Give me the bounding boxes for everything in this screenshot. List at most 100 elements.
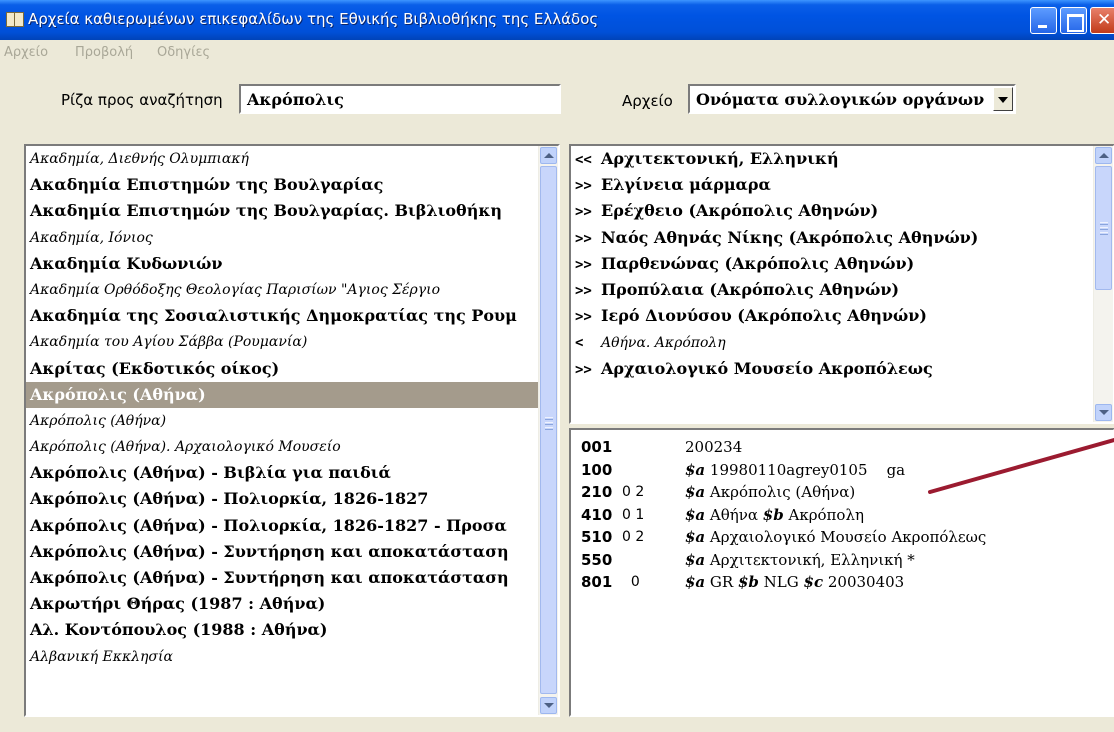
- related-heading-item[interactable]: << Αρχιτεκτονική, Ελληνική: [571, 146, 1093, 172]
- related-heading-label: Αρχιτεκτονική, Ελληνική: [601, 149, 839, 168]
- scrollbar-thumb[interactable]: [1095, 166, 1112, 290]
- heading-list-item[interactable]: Ακρόπολις (Αθήνα) - Συντήρηση και αποκατ…: [26, 565, 538, 591]
- related-heading-item[interactable]: >> Προπύλαια (Ακρόπολις Αθηνών): [571, 277, 1093, 303]
- relation-marker: >>: [575, 230, 592, 247]
- menu-bar: Αρχείο Προβολή Οδηγίες: [0, 40, 1114, 66]
- marc-value: $a 19980110agrey0105 ga: [685, 459, 905, 481]
- related-rows: << Αρχιτεκτονική, Ελληνική >> Ελγίνεια μάρμ…: [571, 146, 1093, 382]
- related-heading-item[interactable]: >> Παρθενώνας (Ακρόπολις Αθηνών): [571, 251, 1093, 277]
- marc-tag: 801: [581, 573, 613, 591]
- marc-subfield-text: 20030403: [823, 573, 905, 591]
- heading-list-item[interactable]: Ακρόπολις (Αθήνα) - Πολιορκία, 1826-1827…: [26, 513, 538, 539]
- menu-file[interactable]: Αρχείο: [4, 45, 48, 60]
- marc-value: $a GR $b NLG $c 20030403: [685, 571, 904, 593]
- related-heading-item[interactable]: < Αθήνα. Ακρόπολη: [571, 329, 1093, 355]
- scroll-down-icon[interactable]: [1095, 404, 1112, 421]
- marc-subfield-code: $a: [685, 528, 706, 546]
- heading-list-item[interactable]: Ακαδημία, Διεθνής Ολυμπιακή: [26, 146, 538, 172]
- related-heading-label: Προπύλαια (Ακρόπολις Αθηνών): [601, 279, 900, 299]
- relation-marker: >>: [575, 361, 592, 378]
- grip-icon: [545, 417, 553, 420]
- marc-subfield-text: Αθήνα: [705, 505, 763, 524]
- menu-view[interactable]: Προβολή: [75, 45, 133, 60]
- related-heading-item[interactable]: >> Ελγίνεια μάρμαρα: [571, 172, 1093, 198]
- heading-list-item[interactable]: Ακρόπολις (Αθήνα) - Βιβλία για παιδιά: [26, 460, 538, 486]
- scroll-down-icon[interactable]: [540, 697, 557, 714]
- grip-icon: [1100, 232, 1108, 235]
- related-heading-item[interactable]: >> Ιερό Διονύσου (Ακρόπολις Αθηνών): [571, 303, 1093, 329]
- marc-value: 200234: [685, 436, 742, 458]
- file-select-value: Ονόματα συλλογικών οργάνων: [696, 90, 985, 109]
- marc-subfield-code: $b: [737, 573, 759, 591]
- heading-list-item[interactable]: Ακρόπολις (Αθήνα): [26, 381, 538, 408]
- file-select[interactable]: Ονόματα συλλογικών οργάνων: [688, 84, 1016, 114]
- book-icon: [6, 12, 24, 27]
- grip-icon: [1100, 227, 1108, 230]
- marc-indicators: 0 2: [622, 529, 645, 545]
- heading-list-item[interactable]: Ακαδημία, Ιόνιος: [26, 225, 538, 251]
- marc-indicators: 0: [622, 574, 640, 590]
- marc-value: $a Αρχιτεκτονική, Ελληνική *: [685, 549, 915, 571]
- marc-subfield-text: Αρχιτεκτονική, Ελληνική *: [705, 550, 915, 569]
- heading-list-item[interactable]: Ακαδημία Κυδωνιών: [26, 251, 538, 277]
- marc-tag: 550: [581, 550, 613, 569]
- title-bar[interactable]: Αρχεία καθιερωμένων επικεφαλίδων της Εθν…: [0, 0, 1114, 40]
- heading-list-item[interactable]: Ακαδημία Επιστημών της Βουλγαρίας: [26, 172, 538, 198]
- heading-list-item[interactable]: Αλβανική Εκκλησία: [26, 644, 538, 670]
- relation-marker: >>: [575, 178, 592, 195]
- relation-marker: >>: [575, 204, 592, 221]
- close-button[interactable]: [1090, 7, 1114, 34]
- related-heading-label: Αθήνα. Ακρόπολη: [601, 335, 726, 352]
- file-select-label: Αρχείο: [622, 92, 673, 110]
- heading-list-item[interactable]: Ακρόπολις (Αθήνα): [26, 408, 538, 434]
- headings-scrollbar[interactable]: [538, 146, 558, 715]
- marc-subfield-code: $b: [762, 505, 784, 524]
- heading-list-item[interactable]: Ακρόπολις (Αθήνα) - Πολιορκία, 1826-1827: [26, 486, 538, 512]
- marc-subfield-code: $a: [685, 483, 706, 501]
- marc-indicators: 0 1: [622, 506, 645, 523]
- heading-list-item[interactable]: Ακρωτήρι Θήρας (1987 : Αθήνα): [26, 591, 538, 617]
- heading-list-item[interactable]: Ακαδημία της Σοσιαλιστικής Δημοκρατίας τ…: [26, 303, 538, 329]
- grip-icon: [545, 427, 553, 430]
- window-title: Αρχεία καθιερωμένων επικεφαλίδων της Εθν…: [28, 10, 599, 28]
- heading-list-item[interactable]: Ακαδημία του Αγίου Σάββα (Ρουμανία): [26, 329, 538, 355]
- scroll-up-icon[interactable]: [1095, 147, 1112, 164]
- marc-record-panel: 001 200234 100 $a 19980110agrey0105 ga 210 0 …: [569, 428, 1114, 717]
- minimize-button[interactable]: [1030, 7, 1057, 34]
- heading-list-item[interactable]: Ακρόπολις (Αθήνα) - Συντήρηση και αποκατ…: [26, 539, 538, 565]
- relation-marker: <: [575, 335, 584, 352]
- marc-value: $a Αρχαιολογικό Μουσείο Ακροπόλεως: [685, 526, 986, 548]
- relation-marker: >>: [575, 309, 592, 326]
- marc-subfield-text: 200234: [685, 438, 743, 456]
- related-heading-item[interactable]: >> Ναός Αθηνάς Νίκης (Ακρόπολις Αθηνών): [571, 225, 1093, 251]
- menu-help[interactable]: Οδηγίες: [157, 45, 210, 60]
- search-label: Ρίζα προς αναζήτηση: [61, 91, 223, 109]
- heading-list-item[interactable]: Ακαδημία Ορθόδοξης Θεολογίας Παρισίων "Α…: [26, 277, 538, 303]
- search-input[interactable]: Ακρόπολις: [239, 84, 561, 114]
- related-heading-label: Ελγίνεια μάρμαρα: [601, 175, 771, 195]
- marc-subfield-text: Ακρόπολις (Αθήνα): [705, 483, 856, 501]
- marc-tag: 210: [581, 483, 613, 501]
- chevron-down-icon[interactable]: [993, 87, 1013, 111]
- grip-icon: [545, 422, 553, 425]
- heading-list-item[interactable]: Ακρόπολις (Αθήνα). Αρχαιολογικό Μουσείο: [26, 434, 538, 460]
- relation-marker: <<: [575, 152, 592, 168]
- marc-tag: 100: [581, 460, 613, 479]
- scrollbar-thumb[interactable]: [540, 166, 557, 694]
- related-scrollbar[interactable]: [1093, 146, 1113, 422]
- heading-list-item[interactable]: Ακρίτας (Εκδοτικός οίκος): [26, 356, 538, 382]
- heading-list-item[interactable]: Αλ. Κοντόπουλος (1988 : Αθήνα): [26, 617, 538, 643]
- related-heading-label: Παρθενώνας (Ακρόπολις Αθηνών): [601, 253, 915, 273]
- scroll-up-icon[interactable]: [540, 147, 557, 164]
- related-heading-item[interactable]: >> Αρχαιολογικό Μουσείο Ακροπόλεως: [571, 356, 1093, 382]
- marc-indicators: 0 2: [622, 484, 645, 500]
- maximize-button[interactable]: [1060, 7, 1087, 34]
- marc-subfield-text: 19980110agrey0105 ga: [705, 460, 906, 479]
- related-list[interactable]: << Αρχιτεκτονική, Ελληνική >> Ελγίνεια μάρμ…: [569, 144, 1114, 424]
- related-heading-item[interactable]: >> Ερέχθειο (Ακρόπολις Αθηνών): [571, 198, 1093, 224]
- heading-list-item[interactable]: Ακαδημία Επιστημών της Βουλγαρίας. Βιβλι…: [26, 198, 538, 224]
- marc-subfield-code: $c: [803, 573, 824, 591]
- headings-list[interactable]: Ακαδημία, Διεθνής Ολυμπιακή Ακαδημία Επισ…: [24, 144, 560, 717]
- marc-tag: 410: [581, 505, 613, 524]
- marc-subfield-code: $a: [685, 550, 706, 569]
